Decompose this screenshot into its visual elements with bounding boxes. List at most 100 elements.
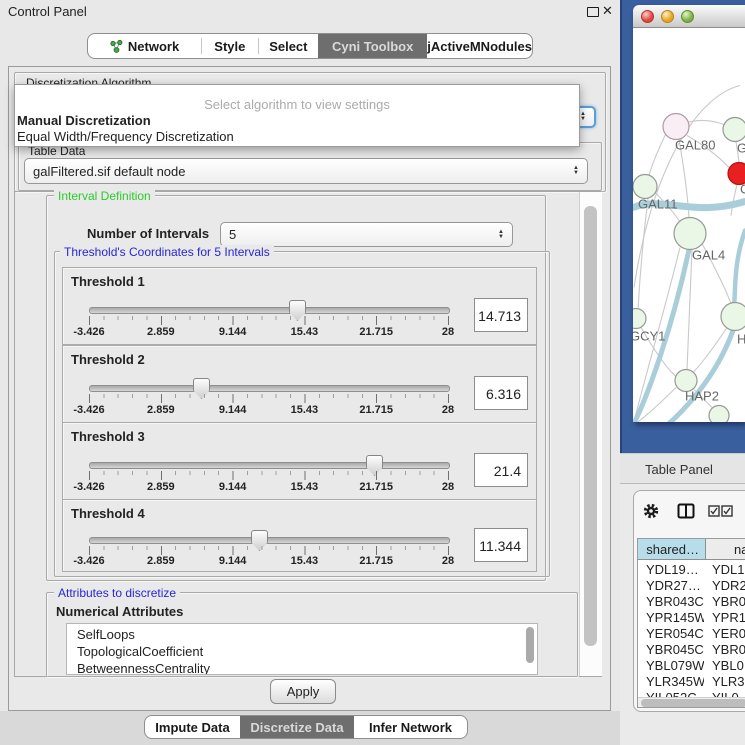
table-cell[interactable]: YBL0 — [712, 658, 745, 674]
popup-option-manual[interactable]: Manual Discretization — [17, 113, 151, 128]
table-cell[interactable]: YBL079W — [646, 658, 704, 674]
threshold-2-label: Threshold 2 — [71, 352, 145, 367]
interval-definition-title: Interval Definition — [54, 189, 155, 203]
threshold-3-slider[interactable] — [89, 462, 450, 469]
threshold-1-value-field[interactable]: 14.713 — [474, 298, 528, 332]
table-data-combo[interactable]: galFiltered.sif default node — [24, 158, 588, 184]
combo-stepper-icon — [498, 230, 504, 240]
tab-jactivemnodules[interactable]: jActiveMNodules — [427, 34, 532, 58]
tick-label: 2.859 — [147, 326, 175, 338]
table-cell[interactable]: YDR27… — [646, 578, 704, 594]
list-item-betweennesscentrality[interactable]: BetweennessCentrality — [67, 660, 537, 675]
node-bottom — [709, 406, 729, 423]
tab-style[interactable]: Style — [202, 34, 258, 58]
network-nodes[interactable] — [633, 114, 745, 423]
float-window-icon[interactable] — [587, 7, 599, 17]
threshold-2-value-field[interactable]: 6.316 — [474, 376, 528, 410]
tab-style-label: Style — [214, 39, 245, 54]
numerical-attributes-heading: Numerical Attributes — [56, 604, 183, 619]
gear-icon[interactable] — [642, 502, 660, 520]
number-of-intervals-combo[interactable]: 5 — [220, 222, 513, 247]
threshold-1-label: Threshold 1 — [71, 274, 145, 289]
panel-title: Control Panel — [8, 4, 87, 19]
tick-label: -3.426 — [73, 326, 104, 338]
list-item-topologicalcoefficient[interactable]: TopologicalCoefficient — [67, 643, 537, 660]
tab-cyni-label: Cyni Toolbox — [332, 39, 413, 54]
list-item-selfloops[interactable]: SelfLoops — [67, 626, 537, 643]
tick-label: -3.426 — [73, 404, 104, 416]
tick-label: 28 — [442, 481, 454, 493]
node-label-gal11: GAL11 — [638, 197, 678, 212]
network-window-titlebar[interactable] — [633, 5, 745, 28]
checkbox-checked-icon[interactable] — [721, 505, 733, 517]
tick-label: 21.715 — [359, 404, 393, 416]
table-cell[interactable]: YLR345W — [646, 674, 704, 690]
tab-impute-label: Impute Data — [155, 720, 229, 735]
tab-jactive-label: jActiveMNodules — [427, 39, 532, 54]
node-top-right — [723, 118, 745, 142]
tick-label: -3.426 — [73, 481, 104, 493]
tick-label: 21.715 — [359, 555, 393, 567]
close-icon[interactable]: ✕ — [602, 3, 613, 19]
traffic-light-zoom[interactable] — [681, 10, 694, 23]
threshold-4-slider[interactable] — [89, 537, 450, 544]
table-cell[interactable]: YDL1 — [712, 562, 745, 578]
threshold-2-slider[interactable] — [89, 385, 450, 392]
table-cell[interactable]: YPR1 — [712, 610, 745, 626]
network-canvas[interactable]: GAL80 GA C GAL11 GAL4 GCY1 H HAP2 — [633, 28, 745, 422]
tick-label: -3.426 — [73, 555, 104, 567]
number-of-intervals-label: Number of Intervals — [87, 226, 209, 241]
traffic-light-minimize[interactable] — [661, 10, 674, 23]
table-container: shared… na YDL19… YDL1 YDR27… YDR2 YBR04… — [633, 490, 745, 712]
column-header-name[interactable]: na — [706, 539, 745, 560]
node-label-c: C — [740, 182, 745, 197]
checkbox-checked-icon[interactable] — [708, 505, 720, 517]
table-data-combo-value: galFiltered.sif default node — [33, 164, 185, 179]
tab-cyni-toolbox[interactable]: Cyni Toolbox — [318, 34, 427, 58]
tick-label: 9.144 — [219, 326, 247, 338]
tab-select[interactable]: Select — [259, 34, 319, 58]
table-panel-header: Table Panel — [620, 453, 745, 484]
columns-icon[interactable] — [677, 502, 695, 520]
tab-infer-network[interactable]: Infer Network — [354, 716, 467, 738]
tick-label: 28 — [442, 555, 454, 567]
algorithm-popup: Select algorithm to view settings Manual… — [14, 84, 580, 147]
tab-discretize-data[interactable]: Discretize Data — [240, 716, 354, 738]
node-label-gcy1: GCY1 — [633, 329, 665, 344]
table-cell[interactable]: YER054C — [646, 626, 704, 642]
attributes-list-scrollbar-thumb[interactable] — [526, 627, 534, 663]
threshold-4-panel: Threshold 4 -3.426 2.859 9.144 15.43 21.… — [62, 499, 537, 572]
table-cell[interactable]: YBR0 — [712, 594, 745, 610]
table-hscrollbar-thumb[interactable] — [641, 699, 745, 707]
network-window: GAL80 GA C GAL11 GAL4 GCY1 H HAP2 — [633, 5, 745, 422]
main-scrollbar-thumb[interactable] — [584, 206, 597, 646]
table-cell[interactable]: YER0 — [712, 626, 745, 642]
threshold-1-slider[interactable] — [89, 307, 450, 314]
column-header-shared-name[interactable]: shared… — [638, 539, 706, 560]
traffic-light-close[interactable] — [641, 10, 654, 23]
tick-label: 21.715 — [359, 326, 393, 338]
table-cell[interactable]: YBR043C — [646, 594, 704, 610]
table-cell[interactable]: YDL19… — [646, 562, 704, 578]
threshold-3-value-field[interactable]: 21.4 — [474, 453, 528, 487]
node-gal11 — [633, 175, 657, 199]
tick-label: 15.43 — [291, 404, 319, 416]
apply-button[interactable]: Apply — [270, 679, 336, 704]
threshold-4-value-field[interactable]: 11.344 — [474, 528, 528, 562]
table-cell[interactable]: YLR3 — [712, 674, 745, 690]
threshold-2-panel: Threshold 2 -3.426 2.859 9.144 15.43 21.… — [62, 345, 537, 423]
control-panel-tabs: Network Style Select Cyni Toolbox jActiv… — [87, 33, 533, 59]
table-cell[interactable]: YDR2 — [712, 578, 745, 594]
tab-network[interactable]: Network — [88, 34, 201, 58]
table-cell[interactable]: YPR145W — [646, 610, 704, 626]
tick-label: 2.859 — [147, 481, 175, 493]
tick-label: 28 — [442, 326, 454, 338]
table-cell[interactable]: YBR0 — [712, 642, 745, 658]
threshold-3-label: Threshold 3 — [71, 429, 145, 444]
threshold-3-panel: Threshold 3 -3.426 2.859 9.144 15.43 21.… — [62, 422, 537, 500]
panel-title-bar: Control Panel ✕ — [0, 0, 620, 24]
popup-option-equal-width[interactable]: Equal Width/Frequency Discretization — [17, 129, 234, 144]
node-gcy1 — [633, 309, 646, 329]
table-cell[interactable]: YBR045C — [646, 642, 704, 658]
tab-impute-data[interactable]: Impute Data — [145, 716, 240, 738]
